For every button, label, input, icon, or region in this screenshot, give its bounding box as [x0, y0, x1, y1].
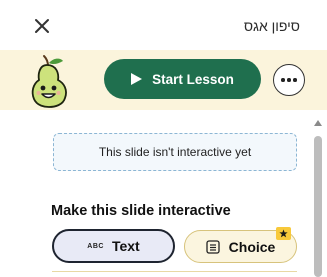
side-panel: סיפון אגס Start Lesson This slide isn't …	[0, 0, 327, 277]
star-icon	[276, 227, 291, 240]
next-option-row	[52, 271, 297, 277]
lesson-toolbar: Start Lesson	[0, 50, 327, 110]
panel-content: This slide isn't interactive yet Make th…	[0, 110, 327, 277]
more-icon	[281, 78, 285, 82]
text-option-button[interactable]: ABC Text	[52, 229, 175, 263]
start-lesson-button[interactable]: Start Lesson	[104, 59, 261, 99]
section-heading: Make this slide interactive	[51, 203, 231, 219]
not-interactive-notice: This slide isn't interactive yet	[53, 133, 297, 171]
text-option-label: Text	[111, 238, 140, 254]
choice-option-label: Choice	[228, 238, 276, 255]
play-icon	[131, 73, 143, 85]
panel-header: סיפון אגס	[0, 0, 327, 50]
panel-title: סיפון אגס	[243, 18, 300, 34]
close-icon[interactable]	[30, 14, 54, 38]
pear-mascot-icon	[31, 55, 67, 108]
scrollbar-thumb[interactable]	[314, 136, 322, 277]
start-lesson-label: Start Lesson	[152, 71, 234, 87]
abc-icon: ABC	[87, 242, 104, 250]
list-icon	[206, 239, 220, 254]
scroll-up-arrow[interactable]	[314, 120, 322, 126]
more-options-button[interactable]	[273, 64, 305, 96]
